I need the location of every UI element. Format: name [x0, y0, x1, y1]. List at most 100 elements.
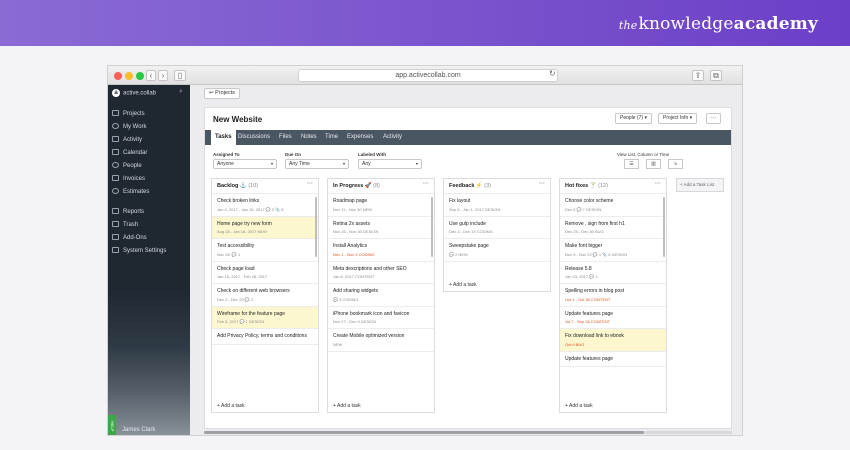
invoices-icon [112, 175, 119, 181]
task-card[interactable]: Check page load Jan 15, 2017 - Feb 28, 20… [212, 262, 318, 284]
minimize-window-icon[interactable] [125, 72, 133, 80]
back-button[interactable]: ‹ [146, 70, 156, 81]
task-card[interactable]: Add sharing widgets 💬 3 CODING [328, 284, 434, 307]
task-meta: Jan 4, 2017 - Jan 18, 2017 💬 3 📎 8 [217, 206, 284, 212]
task-card[interactable]: Install Analytics Nov 1 - Nov 9 CODING [328, 239, 434, 262]
tabs-icon[interactable]: ⧉ [710, 70, 722, 81]
sidebar-item-system-settings[interactable]: System Settings [112, 247, 166, 254]
column-scrollbar[interactable] [315, 197, 317, 257]
task-card[interactable]: Home page try new form Aug 28 - Jan 18, 2… [212, 216, 318, 239]
column-more-icon[interactable]: ··· [423, 181, 429, 187]
due-on-select[interactable]: Any Time ▾ [285, 159, 349, 169]
column-scrollbar[interactable] [431, 197, 433, 257]
task-card[interactable]: Fix download link to ebook Oct 6 BUG [560, 329, 666, 352]
more-options-button[interactable]: ··· [706, 113, 721, 124]
add-task-button[interactable]: + Add a task [328, 399, 434, 413]
tab-notes[interactable]: Notes [297, 130, 321, 145]
task-title: Install Analytics [333, 243, 368, 249]
tab-tasks[interactable]: Tasks [211, 130, 236, 145]
sidebar-item-activity[interactable]: Activity [112, 136, 142, 143]
sidebar-item-label: Invoices [123, 176, 146, 182]
task-card[interactable]: Retina 2x assets Nov 25 - Nov 30 DESIGN [328, 217, 434, 239]
sidebar-item-my-work[interactable]: My Work [112, 123, 147, 130]
add-task-button[interactable]: + Add a task [560, 399, 666, 413]
task-card[interactable]: Test accessibility Nov 28, 💬 1 [212, 239, 318, 262]
sidebar-item-calendar[interactable]: Calendar [112, 149, 147, 156]
task-title: Update features page [565, 355, 614, 362]
task-card[interactable]: Meta descriptions and other SEO Jan 6, 20… [328, 262, 434, 284]
task-card[interactable]: Create Mobile optimized version NEW [328, 329, 434, 352]
task-title: Roadmap page [333, 198, 368, 204]
task-title: Remove , sign from first h1 [565, 220, 625, 227]
task-card[interactable]: Check on different web browsers Dec 2 - D… [212, 284, 318, 307]
tab-expenses[interactable]: Expenses [343, 130, 377, 145]
brand-name: knowledge [638, 14, 734, 34]
task-card[interactable]: Fix layout Sep 6 - Jan 1, 2017 DESIGN [444, 194, 550, 217]
address-bar[interactable]: app.activecollab.com [298, 69, 558, 82]
task-title: Wireframe for the feature page [217, 310, 286, 317]
column-header[interactable]: Feedback ⚡ (3) ··· [444, 179, 550, 194]
sidebar-item-trash[interactable]: Trash [112, 221, 138, 228]
sidebar-item-invoices[interactable]: Invoices [112, 175, 145, 182]
column-header[interactable]: Hot fixes 🍸 (12) ··· [560, 179, 666, 194]
task-title: Test accessibility [217, 243, 255, 249]
current-user[interactable]: James Clark [122, 427, 155, 433]
task-card[interactable]: Check broken links Jan 4, 2017 - Jan 18, … [212, 194, 318, 217]
chevron-down-icon: ▾ [270, 161, 273, 166]
column-more-icon[interactable]: ··· [539, 181, 545, 187]
labeled-with-select[interactable]: Any ▾ [358, 159, 422, 169]
task-card[interactable]: Spelling errors in blog post Oct 1 - Oct … [560, 284, 666, 307]
add-task-button[interactable]: + Add a task [212, 399, 318, 413]
task-column: In Progress 🚀 (8) ··· Roadmap page Nov 11 -… [327, 178, 435, 413]
back-to-projects-button[interactable]: ↩ Projects [204, 88, 241, 99]
task-card[interactable]: Roadmap page Nov 11 - Nov 30 NEW [328, 194, 434, 217]
task-card[interactable]: Make font bigger Nov 5 - Nov 22 💬 1 📎 6 D… [560, 239, 666, 262]
maximize-window-icon[interactable] [136, 72, 144, 80]
task-card[interactable]: Choose color scheme Dec 6 💬 7 DESIGN [560, 194, 666, 217]
sidebar-item-label: Add-Ons [123, 235, 147, 241]
column-header[interactable]: Backlog ⚓ (10) ··· [212, 179, 318, 194]
task-title: Check broken links [217, 198, 260, 204]
list-view-icon[interactable]: ☰ [624, 159, 639, 169]
column-scrollbar[interactable] [663, 197, 665, 257]
forward-button[interactable]: › [158, 70, 168, 81]
column-view-icon[interactable]: ▥ [646, 159, 661, 169]
tab-files[interactable]: Files [275, 130, 296, 145]
share-icon[interactable]: ⇪ [692, 70, 704, 81]
sidebar-item-reports[interactable]: Reports [112, 208, 144, 215]
close-window-icon[interactable] [114, 72, 122, 80]
tab-time[interactable]: Time [321, 130, 342, 145]
column-more-icon[interactable]: ··· [307, 181, 313, 187]
task-card[interactable]: Use gulp include Dec 3 - Dec 19 CODING [444, 217, 550, 239]
task-card[interactable]: Release 5.8 Jan 23, 2017 💬 1 [560, 262, 666, 284]
sidebar-item-people[interactable]: People [112, 162, 142, 169]
add-task-list-button[interactable]: + Add a Task List [676, 178, 724, 192]
tab-activity[interactable]: Activity [379, 130, 406, 145]
column-header[interactable]: In Progress 🚀 (8) ··· [328, 179, 434, 194]
tab-discussions[interactable]: Discussions [234, 130, 274, 145]
task-card[interactable]: Wireframe for the feature page Feb 3, 201… [212, 306, 318, 329]
task-card[interactable]: Remove , sign from first h1 Dec 25 - Dec … [560, 217, 666, 239]
sidebar-item-add-ons[interactable]: Add-Ons [112, 234, 147, 241]
sidebar-item-projects[interactable]: Projects [112, 110, 145, 117]
project-info-button[interactable]: Project Info ▾ [658, 113, 698, 124]
search-icon[interactable]: ⌕ [179, 88, 183, 96]
sidebar-toggle-icon[interactable]: ▯ [174, 70, 186, 81]
account-switcher[interactable]: a active.collab [112, 89, 156, 97]
sidebar-item-estimates[interactable]: Estimates [112, 188, 149, 195]
add-task-button[interactable]: + Add a task [444, 278, 550, 292]
assigned-to-select[interactable]: Anyone ▾ [213, 159, 277, 169]
timeline-view-icon[interactable]: ⇘ [668, 159, 683, 169]
task-card[interactable]: iPhone bookmark icon and favicon Nov 27 -… [328, 307, 434, 329]
task-card[interactable]: Sweepstake page 💬 2 NEW [444, 239, 550, 262]
column-more-icon[interactable]: ··· [655, 181, 661, 187]
task-card[interactable]: Add Privacy Policy, terms and conditions [212, 329, 318, 345]
help-tab[interactable]: HELP [108, 415, 116, 435]
horizontal-scrollbar[interactable] [204, 431, 732, 434]
task-count: (12) [598, 183, 608, 189]
people-button[interactable]: People (7) ▾ [615, 113, 652, 124]
scrollbar-thumb[interactable] [204, 431, 644, 434]
task-card[interactable]: Update features page [560, 352, 666, 367]
task-card[interactable]: Update features page Jul 7 - Sep 26 CONTE… [560, 307, 666, 329]
task-column: Feedback ⚡ (3) ··· Fix layout Sep 6 - Jan 1… [443, 178, 551, 292]
